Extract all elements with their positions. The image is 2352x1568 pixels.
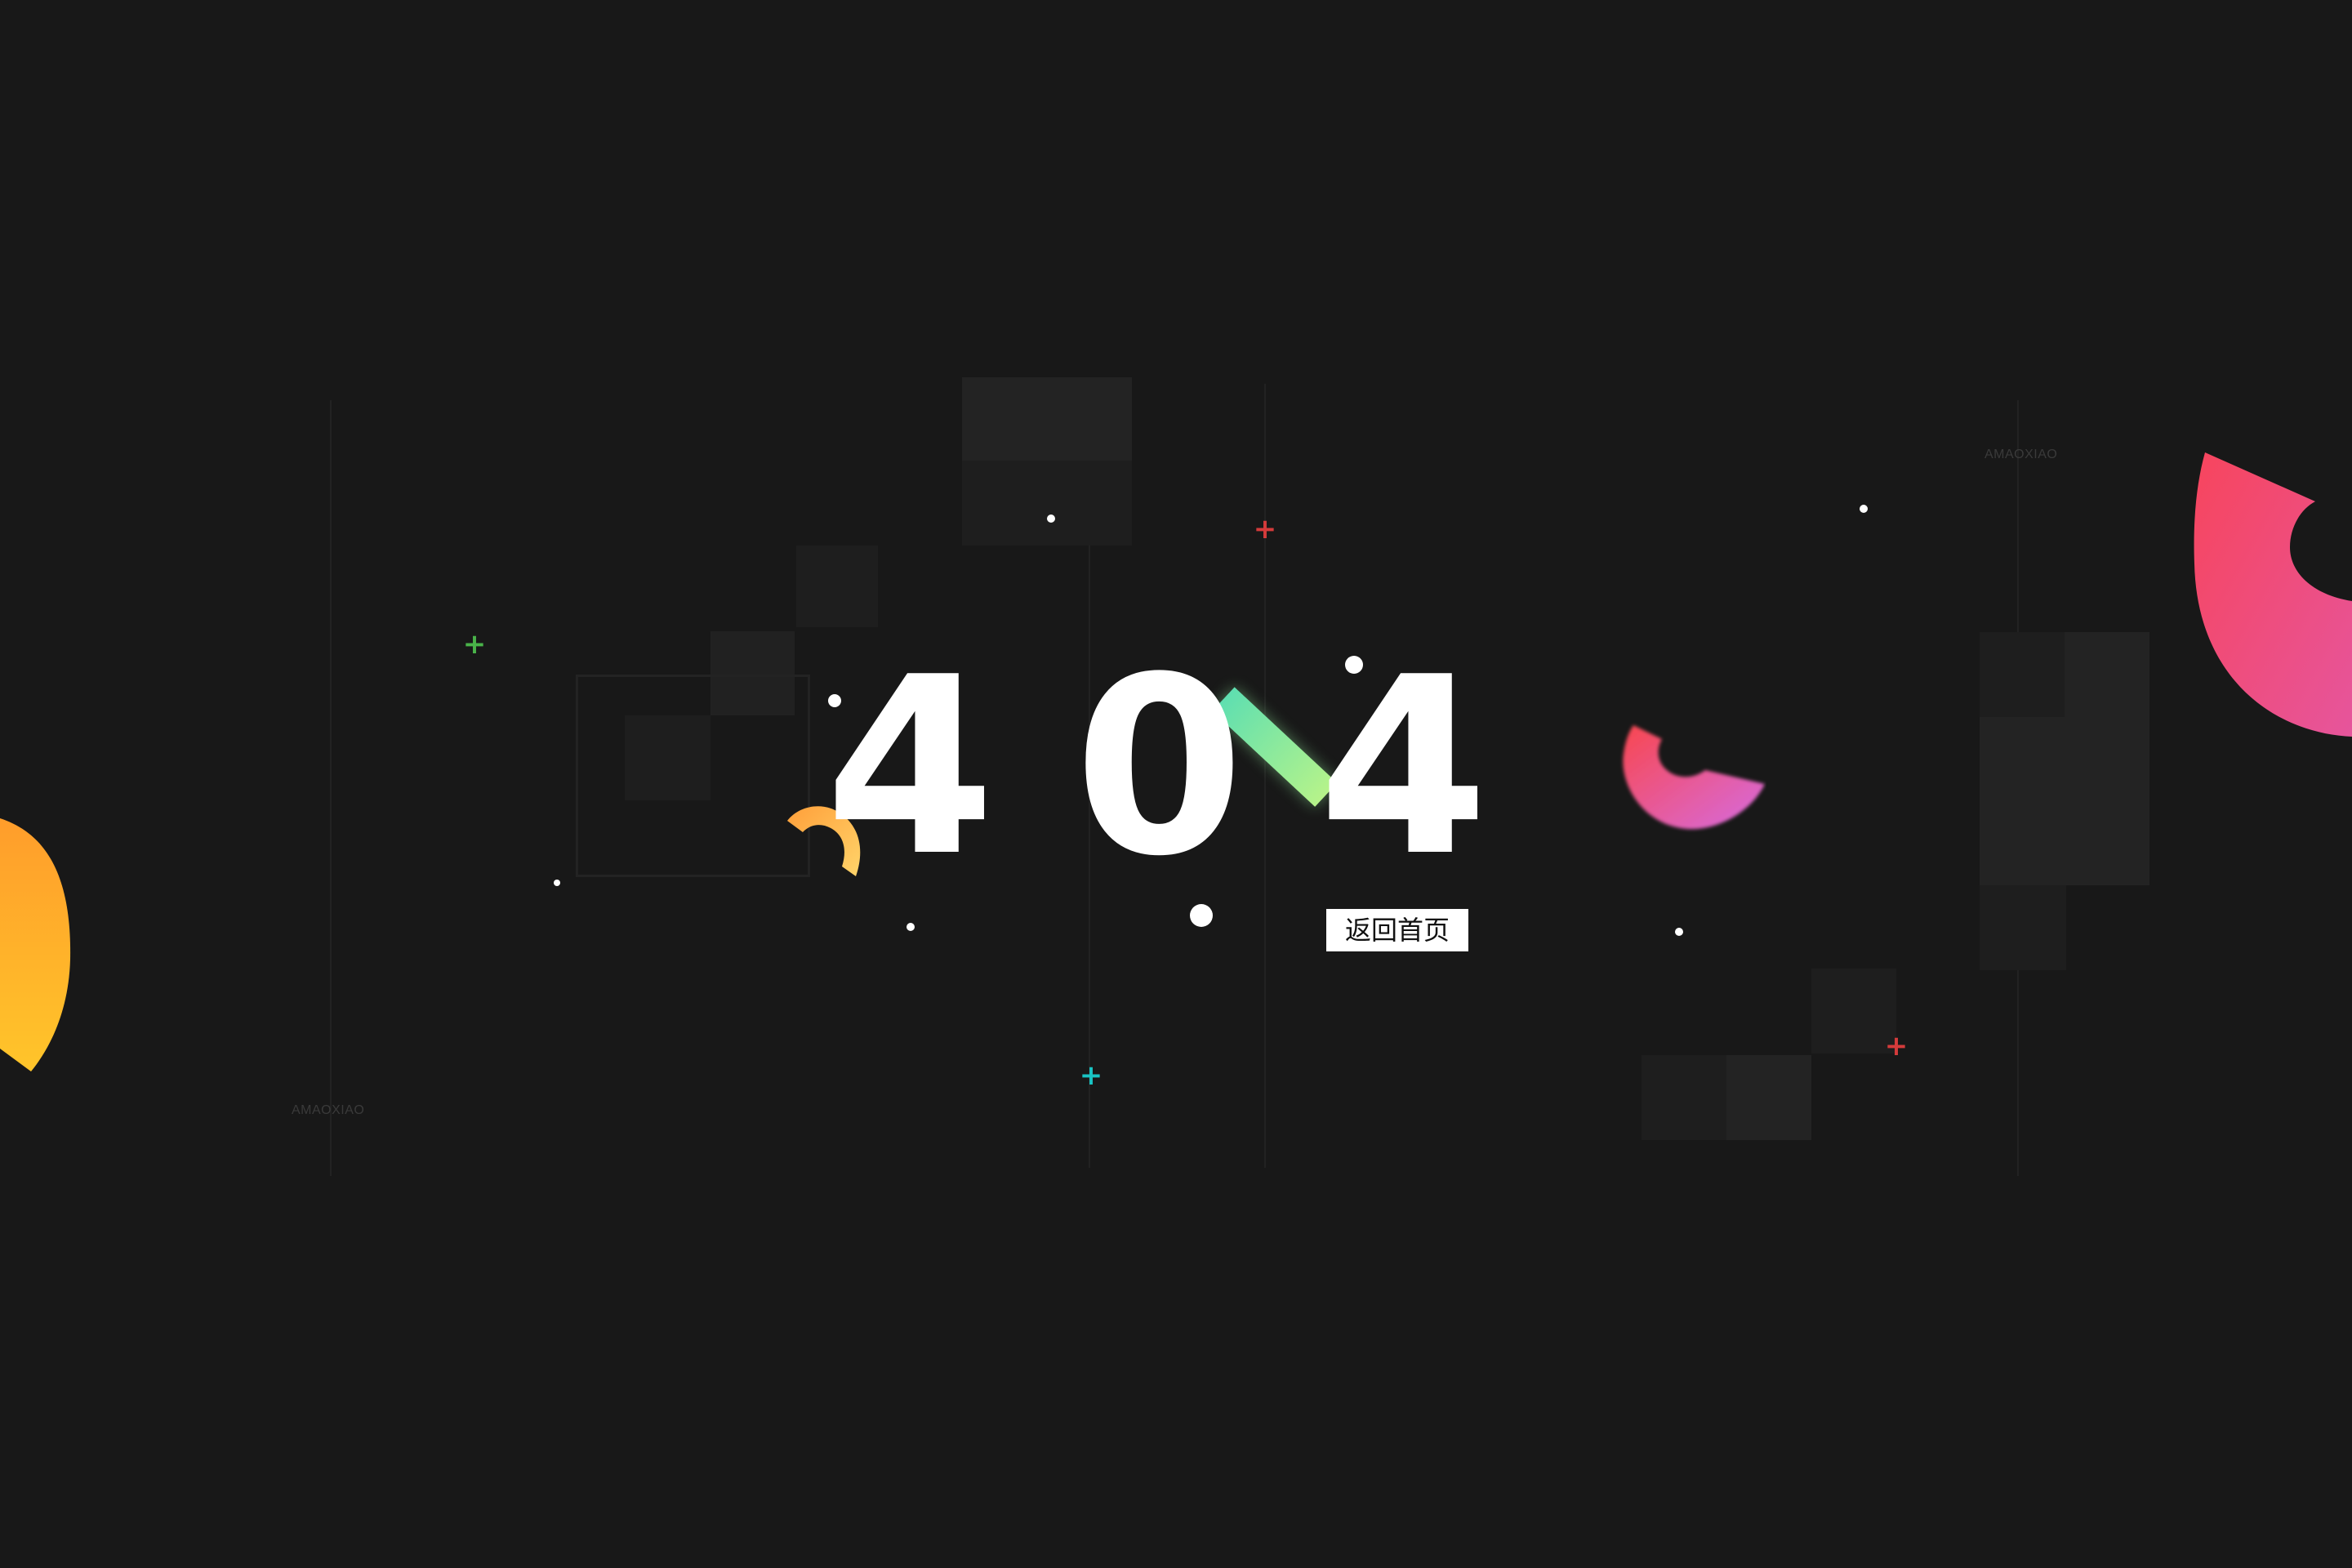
dot-shape [1675, 928, 1683, 936]
plus-icon: + [1253, 513, 1277, 546]
bg-square [1642, 1055, 1726, 1140]
plus-icon: + [462, 628, 487, 661]
dot-shape [1860, 505, 1868, 513]
pink-arc-small [1623, 725, 1765, 830]
dot-shape [906, 923, 915, 931]
bg-square [1980, 717, 2149, 802]
dot-shape [554, 880, 560, 886]
pink-arc-right [2194, 452, 2352, 737]
bg-square [1980, 632, 2066, 717]
digit-first-four: 4 [825, 625, 996, 910]
bg-square [1980, 802, 2149, 885]
plus-icon: + [1884, 1030, 1909, 1062]
plus-icon: + [1079, 1059, 1103, 1092]
bg-square [796, 546, 878, 627]
grid-line [1264, 384, 1266, 1168]
digit-second-four: 4 [1318, 625, 1489, 910]
bg-square [2065, 632, 2149, 717]
bg-outline-box [576, 675, 810, 877]
watermark-bottom: AMAOXIAO [292, 1103, 365, 1117]
bg-square [1980, 885, 2066, 970]
grid-line [330, 400, 332, 1176]
watermark-top: AMAOXIAO [1984, 448, 2058, 461]
orange-arc-left [0, 818, 71, 1071]
bg-square [962, 377, 1132, 461]
bg-square [962, 461, 1132, 546]
digit-zero: 0 [1074, 625, 1245, 910]
back-home-button[interactable]: 返回首页 [1326, 909, 1468, 951]
bg-square [1726, 1055, 1811, 1140]
dot-shape [1047, 514, 1055, 523]
